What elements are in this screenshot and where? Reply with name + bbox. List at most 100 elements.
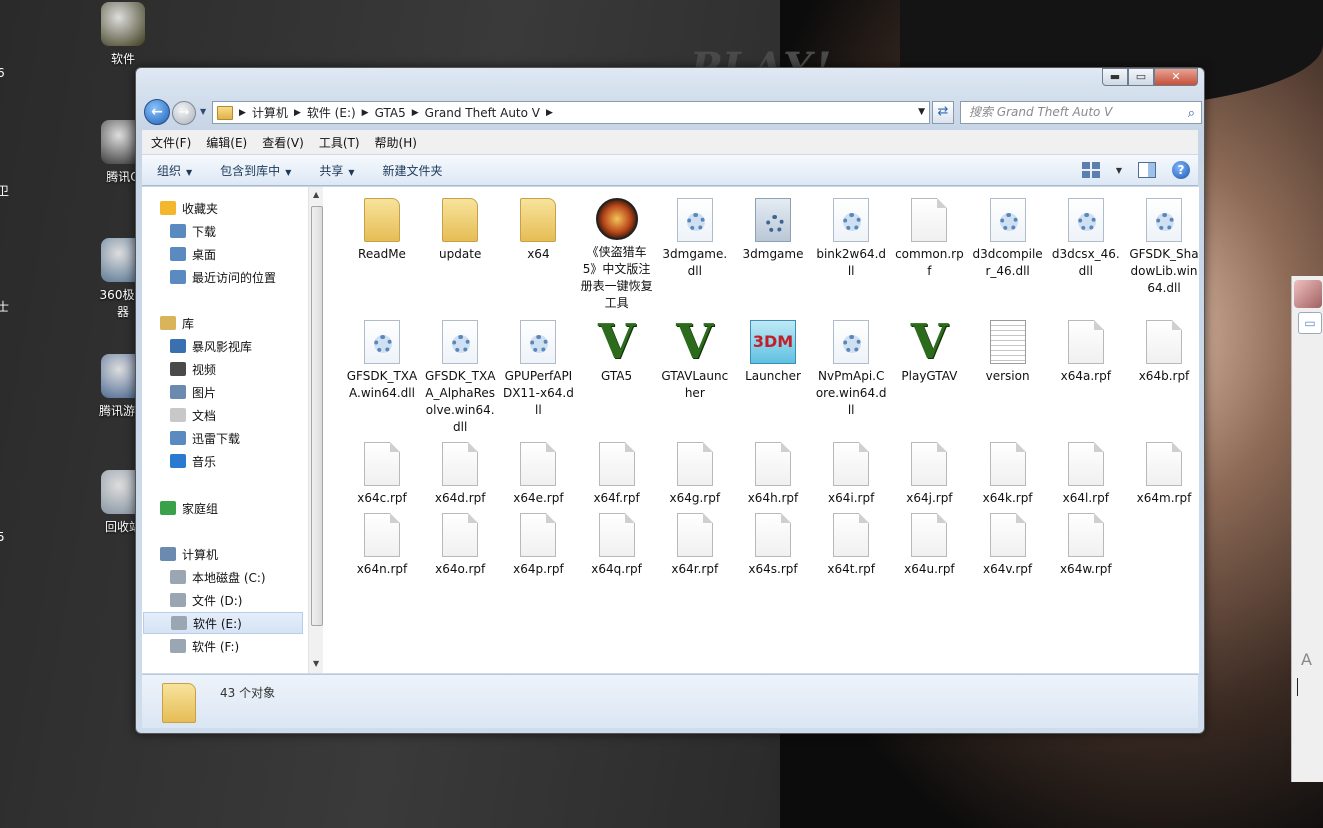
file-item[interactable]: x64j.rpf [893,442,965,507]
file-item[interactable]: x64k.rpf [972,442,1044,507]
menu-edit[interactable]: 编辑(E) [206,134,255,151]
file-item[interactable]: x64 [502,198,574,263]
file-item[interactable]: 3dmgame [737,198,809,263]
scroll-up-icon[interactable]: ▲ [313,190,319,199]
scroll-thumb[interactable] [311,206,323,626]
file-item[interactable]: ReadMe [346,198,418,263]
favorites[interactable]: 收藏夹 [160,197,320,219]
back-button[interactable]: ← [144,99,170,125]
search-icon[interactable]: ⌕ [1188,103,1195,124]
nav-item-lib[interactable]: 图片 [170,381,330,403]
file-item[interactable]: x64d.rpf [424,442,496,507]
chevron-right-icon[interactable]: ▶ [294,108,301,118]
file-item[interactable]: x64s.rpf [737,513,809,578]
nav-item-lib[interactable]: 视频 [170,358,330,380]
file-item[interactable]: x64q.rpf [581,513,653,578]
address-dropdown-icon[interactable]: ▼ [918,107,925,117]
file-item[interactable]: x64u.rpf [893,513,965,578]
scroll-down-icon[interactable]: ▼ [313,659,319,668]
file-item[interactable]: bink2w64.dll [815,198,887,280]
file-item[interactable]: x64f.rpf [581,442,653,507]
maximize-button[interactable]: ▭ [1128,68,1154,86]
file-item[interactable]: x64n.rpf [346,513,418,578]
nav-item-lib[interactable]: 文档 [170,404,330,426]
nav-item-drive[interactable]: 软件 (E:) [143,612,303,634]
menu-help[interactable]: 帮助(H) [375,134,425,151]
computer[interactable]: 计算机 [160,543,320,565]
history-dropdown-icon[interactable]: ▼ [200,107,206,116]
file-item[interactable]: d3dcsx_46.dll [1050,198,1122,280]
file-item[interactable]: x64w.rpf [1050,513,1122,578]
file-item[interactable]: common.rpf [893,198,965,280]
file-item[interactable]: version [972,320,1044,385]
breadcrumb-drive[interactable]: 软件 (E:) [307,104,356,121]
file-item[interactable]: x64r.rpf [659,513,731,578]
chevron-down-icon[interactable]: ▼ [1116,166,1122,175]
file-item[interactable]: x64v.rpf [972,513,1044,578]
include-in-library-button[interactable]: 包含到库中 ▼ [220,162,291,179]
file-item[interactable]: GFSDK_TXAA.win64.dll [346,320,418,402]
avatar[interactable] [1294,280,1322,308]
nav-item-lib[interactable]: 暴风影视库 [170,335,330,357]
file-item[interactable]: x64m.rpf [1128,442,1200,507]
preview-pane-icon[interactable] [1138,162,1156,178]
address-bar[interactable]: ▶ 计算机 ▶ 软件 (E:) ▶ GTA5 ▶ Grand Theft Aut… [212,101,930,124]
file-item[interactable]: GPUPerfAPIDX11-x64.dll [502,320,574,419]
menu-file[interactable]: 文件(F) [151,134,199,151]
file-item[interactable]: x64i.rpf [815,442,887,507]
nav-item-fav[interactable]: 最近访问的位置 [170,266,330,288]
libraries[interactable]: 库 [160,312,320,334]
menu-tools[interactable]: 工具(T) [319,134,368,151]
file-item[interactable]: NvPmApi.Core.win64.dll [815,320,887,419]
file-item[interactable]: V GTA5 [581,318,653,385]
nav-item-lib[interactable]: 迅雷下载 [170,427,330,449]
menu-view[interactable]: 查看(V) [262,134,312,151]
file-item[interactable]: 《侠盗猎车5》中文版注册表一键恢复工具 [581,198,653,312]
file-item[interactable]: x64c.rpf [346,442,418,507]
file-item[interactable]: GFSDK_ShadowLib.win64.dll [1128,198,1200,297]
file-item[interactable]: x64p.rpf [502,513,574,578]
chat-icon[interactable]: ▭ [1298,312,1322,334]
view-options-icon[interactable] [1081,162,1100,178]
font-icon[interactable]: A [1301,650,1312,669]
file-item[interactable]: GFSDK_TXAA_AlphaResolve.win64.dll [424,320,496,436]
file-item[interactable]: x64a.rpf [1050,320,1122,385]
file-item[interactable]: x64g.rpf [659,442,731,507]
file-item[interactable]: x64e.rpf [502,442,574,507]
help-icon[interactable]: ? [1172,161,1190,179]
close-button[interactable]: ✕ [1154,68,1198,86]
desktop-icon[interactable]: 软件 [88,2,158,67]
nav-item-drive[interactable]: 本地磁盘 (C:) [170,566,330,588]
minimize-button[interactable]: ▬ [1102,68,1128,86]
nav-item-drive[interactable]: 软件 (F:) [170,635,330,657]
file-item[interactable]: V GTAVLauncher [659,318,731,402]
breadcrumb-computer[interactable]: 计算机 [252,104,288,121]
chevron-right-icon[interactable]: ▶ [546,108,553,118]
breadcrumb-current[interactable]: Grand Theft Auto V [425,106,540,120]
new-folder-button[interactable]: 新建文件夹 [383,162,443,179]
file-item[interactable]: x64h.rpf [737,442,809,507]
forward-button[interactable]: → [172,101,196,125]
file-item[interactable]: update [424,198,496,263]
chevron-right-icon[interactable]: ▶ [362,108,369,118]
file-item[interactable]: x64l.rpf [1050,442,1122,507]
file-item[interactable]: 3DM Launcher [737,320,809,385]
file-item[interactable]: V PlayGTAV [893,318,965,385]
nav-item-drive[interactable]: 文件 (D:) [170,589,330,611]
file-item[interactable]: x64b.rpf [1128,320,1200,385]
search-input[interactable]: 搜索 Grand Theft Auto V ⌕ [960,101,1202,124]
chevron-right-icon[interactable]: ▶ [412,108,419,118]
homegroup[interactable]: 家庭组 [160,497,320,519]
chevron-right-icon[interactable]: ▶ [239,108,246,118]
file-item[interactable]: d3dcompiler_46.dll [972,198,1044,280]
file-item[interactable]: x64t.rpf [815,513,887,578]
share-button[interactable]: 共享 ▼ [319,162,354,179]
nav-item-fav[interactable]: 桌面 [170,243,330,265]
organize-button[interactable]: 组织 ▼ [157,162,192,179]
file-item[interactable]: 3dmgame.dll [659,198,731,280]
nav-item-lib[interactable]: 音乐 [170,450,330,472]
breadcrumb-gta5[interactable]: GTA5 [375,106,406,120]
file-item[interactable]: x64o.rpf [424,513,496,578]
refresh-button[interactable]: ⇄ [932,101,954,124]
nav-item-fav[interactable]: 下载 [170,220,330,242]
